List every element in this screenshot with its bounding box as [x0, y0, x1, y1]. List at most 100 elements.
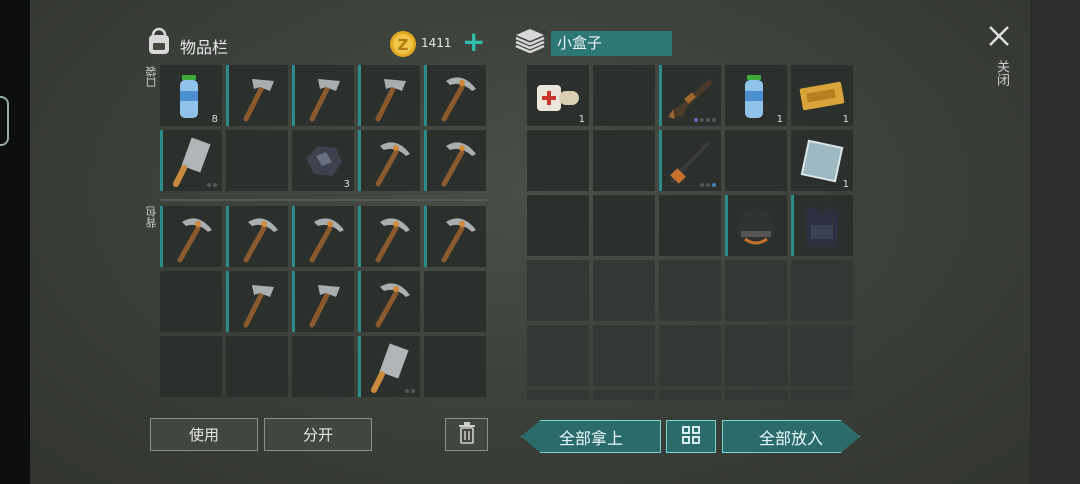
backpack-slot[interactable] [226, 206, 288, 267]
backpack-slot[interactable] [358, 206, 420, 267]
pocket-slot[interactable] [160, 130, 222, 191]
pocket-slot[interactable] [358, 65, 420, 126]
backpack-slot[interactable] [226, 271, 288, 332]
durability-dot [712, 118, 716, 122]
container-slot[interactable] [791, 390, 853, 400]
hammer-icon [309, 285, 340, 328]
container-slot[interactable] [659, 325, 721, 386]
pocket-label: 口袋 [145, 66, 158, 88]
container-slot[interactable]: 1 [791, 130, 853, 191]
cleaver-icon [371, 343, 409, 393]
item-count: 1 [842, 114, 849, 125]
container-slot[interactable] [593, 65, 655, 126]
container-slot[interactable] [725, 390, 787, 400]
backpack-slot[interactable] [358, 271, 420, 332]
sort-button[interactable] [666, 420, 716, 453]
container-slot[interactable] [593, 390, 655, 400]
durability-dot [700, 183, 704, 187]
device-left-edge [0, 0, 30, 484]
pickaxe-icon [375, 142, 410, 187]
container-slot[interactable] [527, 325, 589, 386]
pickaxe-icon [441, 142, 476, 187]
close-icon[interactable] [987, 24, 1011, 52]
durability-dot [411, 389, 415, 393]
container-grid: 1 1 1 1 [527, 65, 853, 400]
container-slot[interactable] [527, 260, 589, 321]
backpack-slot[interactable] [292, 206, 354, 267]
body-armor-icon [805, 207, 839, 247]
container-slot[interactable] [659, 130, 721, 191]
container-slot[interactable] [659, 195, 721, 256]
backpack-slot[interactable] [358, 336, 420, 397]
pocket-slot[interactable]: 3 [292, 130, 354, 191]
durability-dot [213, 183, 217, 187]
container-slot[interactable] [527, 130, 589, 191]
container-slot[interactable] [527, 195, 589, 256]
item-count: 1 [776, 114, 783, 125]
coin-icon: Z [388, 29, 418, 63]
pocket-slot[interactable] [292, 65, 354, 126]
use-button[interactable]: 使用 [150, 418, 258, 451]
trash-button[interactable] [445, 418, 488, 451]
durability-dot [706, 183, 710, 187]
durability-dot [700, 118, 704, 122]
container-slot[interactable] [659, 260, 721, 321]
pocket-slot[interactable] [358, 130, 420, 191]
backpack-slot[interactable] [292, 336, 354, 397]
add-currency-button[interactable]: + [462, 25, 485, 58]
durability-dots [694, 118, 716, 122]
backpack-slot[interactable] [160, 206, 222, 267]
container-slot[interactable] [725, 195, 787, 256]
pocket-slot[interactable] [424, 130, 486, 191]
durability-dot [405, 389, 409, 393]
container-slot[interactable] [791, 325, 853, 386]
split-button[interactable]: 分开 [264, 418, 372, 451]
backpack-slot[interactable] [160, 271, 222, 332]
container-slot[interactable] [659, 390, 721, 400]
inventory-title: 物品栏 [180, 38, 229, 57]
sniper-rifle-icon [669, 140, 711, 184]
container-slot[interactable] [791, 195, 853, 256]
container-slot[interactable] [527, 390, 589, 400]
container-slot[interactable]: 1 [791, 65, 853, 126]
backpack-slot[interactable] [160, 336, 222, 397]
pocket-slot[interactable] [226, 130, 288, 191]
container-name-field[interactable]: 小盒子 [551, 31, 672, 56]
container-slot[interactable] [659, 65, 721, 126]
container-slot[interactable]: 1 [725, 65, 787, 126]
backpack-slot[interactable] [424, 336, 486, 397]
backpack-icon [144, 26, 174, 60]
container-slot[interactable] [725, 325, 787, 386]
close-label[interactable]: 关闭 [992, 60, 1011, 86]
container-slot[interactable] [725, 260, 787, 321]
hammer-icon [375, 79, 406, 122]
container-slot[interactable] [593, 130, 655, 191]
backpack-slot[interactable] [226, 336, 288, 397]
durability-dot [712, 183, 716, 187]
container-slot[interactable] [725, 130, 787, 191]
hammer-icon [309, 79, 340, 122]
put-all-button[interactable]: 全部放入 [722, 420, 860, 453]
durability-dots [405, 389, 415, 393]
take-all-button[interactable]: 全部拿上 [521, 420, 661, 453]
pocket-slot[interactable] [226, 65, 288, 126]
container-slot[interactable] [791, 260, 853, 321]
item-count: 3 [343, 179, 350, 190]
crate-icon [513, 26, 547, 62]
svg-text:Z: Z [398, 36, 409, 54]
backpack-slot[interactable] [424, 206, 486, 267]
cleaver-icon [173, 137, 211, 187]
pocket-slot[interactable]: 8 [160, 65, 222, 126]
backpack-label: 背包 [145, 206, 158, 228]
container-slot[interactable]: 1 [527, 65, 589, 126]
container-slot[interactable] [593, 260, 655, 321]
container-slot[interactable] [593, 195, 655, 256]
pickaxe-icon [375, 218, 410, 263]
trash-icon [457, 421, 477, 448]
currency-amount: 1411 [421, 36, 452, 50]
pocket-slot[interactable] [424, 65, 486, 126]
container-slot[interactable] [593, 325, 655, 386]
backpack-slot[interactable] [292, 271, 354, 332]
durability-dot [694, 118, 698, 122]
backpack-slot[interactable] [424, 271, 486, 332]
